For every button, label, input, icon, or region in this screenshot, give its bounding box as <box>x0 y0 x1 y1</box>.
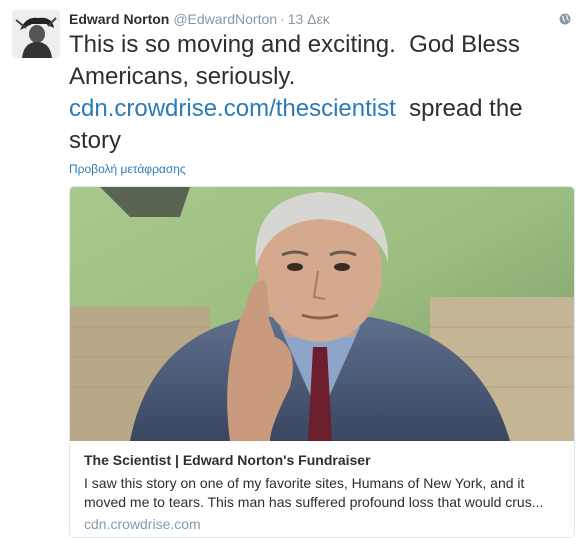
tweet-text: This is so moving and exciting. God Bles… <box>69 29 579 157</box>
tweet-timestamp[interactable]: 13 Δεκ <box>288 11 330 27</box>
header-separator: · <box>280 11 285 27</box>
avatar[interactable] <box>12 10 60 58</box>
user-handle[interactable]: @EdwardNorton <box>173 11 277 27</box>
card-description: I saw this story on one of my favorite s… <box>84 475 544 510</box>
card-image <box>70 187 574 441</box>
user-fullname[interactable]: Edward Norton <box>69 11 169 27</box>
tweet-link[interactable]: cdn.crowdrise.com/thescientist <box>69 95 396 122</box>
tweet-text-part: This is so moving and exciting. God Bles… <box>69 31 520 90</box>
view-translation-link[interactable]: Προβολή μετάφρασης <box>69 162 186 176</box>
avatar-image <box>12 10 60 58</box>
tweet-header: Edward Norton @EdwardNorton · 13 Δεκ <box>69 10 574 28</box>
globe-icon <box>559 13 571 25</box>
card-title[interactable]: The Scientist | Edward Norton's Fundrais… <box>84 452 371 468</box>
link-preview-card[interactable]: The Scientist | Edward Norton's Fundrais… <box>69 186 575 538</box>
card-domain: cdn.crowdrise.com <box>84 516 201 532</box>
